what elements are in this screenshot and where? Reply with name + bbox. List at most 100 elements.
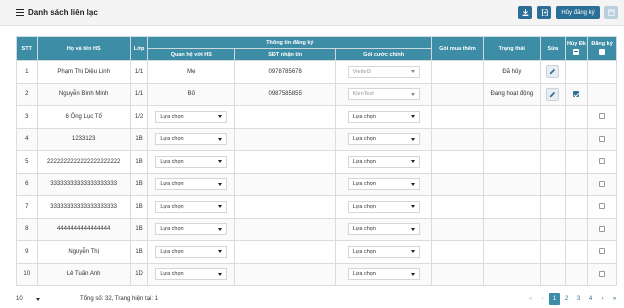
cell-stt: 9 xyxy=(16,240,38,264)
register-checkbox[interactable] xyxy=(599,248,606,255)
cell-phone[interactable] xyxy=(234,217,336,241)
import-button[interactable] xyxy=(537,6,551,19)
cell-phone[interactable] xyxy=(234,150,336,174)
cell-cancel xyxy=(564,82,589,106)
chevron-down-icon xyxy=(410,250,415,254)
page-3-button[interactable]: 3 xyxy=(573,293,584,305)
header-register-label: Đăng ký xyxy=(591,41,613,48)
cell-cancel xyxy=(564,105,589,129)
cell-phone[interactable] xyxy=(234,195,336,219)
chevron-down-icon xyxy=(218,205,223,209)
cell-student-name: 6 Ông Lục Tổ xyxy=(36,105,131,129)
cell-register xyxy=(587,105,617,129)
cell-phone[interactable] xyxy=(234,105,336,129)
relation-select[interactable]: Lựa chọn xyxy=(155,268,228,281)
cell-cancel xyxy=(564,262,589,286)
package-select[interactable]: Viettel3 xyxy=(347,65,420,78)
register-checkbox[interactable] xyxy=(599,113,606,120)
cell-class: 1/1 xyxy=(129,60,149,84)
relation-select[interactable]: Lựa chọn xyxy=(155,245,228,258)
cell-status xyxy=(482,105,542,129)
cell-main-package: Lựa chọn xyxy=(334,195,433,219)
next-page-button[interactable]: › xyxy=(597,293,608,305)
package-select-value: Lựa chọn xyxy=(352,158,376,165)
cell-class: 1B xyxy=(129,127,149,151)
register-all-checkbox[interactable] xyxy=(599,48,606,55)
package-select[interactable]: Lựa chọn xyxy=(347,178,420,191)
relation-select-value: Lựa chọn xyxy=(160,136,184,143)
package-select[interactable]: KienTest xyxy=(347,88,420,101)
chevron-down-icon xyxy=(410,205,415,209)
save-button[interactable] xyxy=(604,6,618,19)
cell-edit xyxy=(540,82,566,106)
register-checkbox[interactable] xyxy=(599,225,606,232)
first-page-button[interactable]: « xyxy=(525,293,536,305)
register-checkbox[interactable] xyxy=(599,203,606,210)
cell-phone[interactable] xyxy=(234,240,336,264)
relation-select-value: Lựa chọn xyxy=(160,248,184,255)
cell-phone: 0987585855 xyxy=(234,82,336,106)
cell-edit xyxy=(540,60,566,84)
package-select[interactable]: Lựa chọn xyxy=(347,245,420,258)
package-select[interactable]: Lựa chọn xyxy=(347,200,420,213)
page-size-select[interactable]: 10 xyxy=(16,293,40,305)
prev-page-button[interactable]: ‹ xyxy=(537,293,548,305)
cancel-registration-button[interactable]: Hủy đăng ký xyxy=(556,6,600,19)
relation-select[interactable]: Lựa chọn xyxy=(155,200,228,213)
chevron-down-icon xyxy=(410,137,415,141)
cancel-checkbox[interactable] xyxy=(573,90,580,97)
page-1-button[interactable]: 1 xyxy=(549,293,560,305)
table-row: 4 1233123 1B Lựa chọn Lựa chọn xyxy=(16,127,617,151)
page-2-button[interactable]: 2 xyxy=(561,293,572,305)
relation-select[interactable]: Lựa chọn xyxy=(155,155,228,168)
last-page-button[interactable]: » xyxy=(609,293,620,305)
register-checkbox[interactable] xyxy=(599,270,606,277)
page-4-button[interactable]: 4 xyxy=(585,293,596,305)
cell-extra-package xyxy=(431,262,484,286)
package-select-value: Lựa chọn xyxy=(352,248,376,255)
package-select[interactable]: Lựa chọn xyxy=(347,268,420,281)
header-phone: SĐT nhận tin xyxy=(234,48,336,61)
cancel-all-toggle[interactable] xyxy=(573,48,580,55)
package-select[interactable]: Lựa chọn xyxy=(347,110,420,123)
cell-main-package: Lựa chọn xyxy=(334,150,433,174)
cell-main-package: Lựa chọn xyxy=(334,172,433,196)
cell-edit xyxy=(540,262,566,286)
save-icon xyxy=(607,9,615,16)
register-checkbox[interactable] xyxy=(599,135,606,142)
relation-select-value: Lựa chọn xyxy=(160,181,184,188)
cell-phone[interactable] xyxy=(234,172,336,196)
cell-extra-package xyxy=(431,195,484,219)
chevron-down-icon xyxy=(36,297,40,301)
register-checkbox[interactable] xyxy=(599,158,606,165)
cell-extra-package xyxy=(431,217,484,241)
package-select[interactable]: Lựa chọn xyxy=(347,133,420,146)
relation-select[interactable]: Lựa chọn xyxy=(155,178,228,191)
cell-cancel xyxy=(564,127,589,151)
cell-phone[interactable] xyxy=(234,262,336,286)
relation-select[interactable]: Lựa chọn xyxy=(155,223,228,236)
cell-relation: Lựa chọn xyxy=(147,105,236,129)
cell-status xyxy=(482,127,542,151)
package-select[interactable]: Lựa chọn xyxy=(347,223,420,236)
cell-student-name: Nguyễn Thị xyxy=(36,240,131,264)
cell-main-package: KienTest xyxy=(334,82,433,106)
cell-relation: Lựa chọn xyxy=(147,127,236,151)
relation-select-value: Lựa chọn xyxy=(160,271,184,278)
cell-edit xyxy=(540,195,566,219)
download-button[interactable] xyxy=(518,6,532,19)
register-checkbox[interactable] xyxy=(599,180,606,187)
package-select[interactable]: Lựa chọn xyxy=(347,155,420,168)
relation-select[interactable]: Lựa chọn xyxy=(155,110,228,123)
cell-stt: 2 xyxy=(16,82,38,106)
cell-main-package: Lựa chọn xyxy=(334,127,433,151)
cell-phone[interactable] xyxy=(234,127,336,151)
package-select-value: Lựa chọn xyxy=(352,181,376,188)
relation-select[interactable]: Lựa chọn xyxy=(155,133,228,146)
cell-stt: 6 xyxy=(16,172,38,196)
table-row: 6 33333333333333333333 1B Lựa chọn Lựa chọn xyxy=(16,172,617,196)
edit-button[interactable] xyxy=(546,65,560,79)
package-select-value: Lựa chọn xyxy=(352,136,376,143)
cell-main-package: Lựa chọn xyxy=(334,105,433,129)
edit-button[interactable] xyxy=(546,87,560,101)
